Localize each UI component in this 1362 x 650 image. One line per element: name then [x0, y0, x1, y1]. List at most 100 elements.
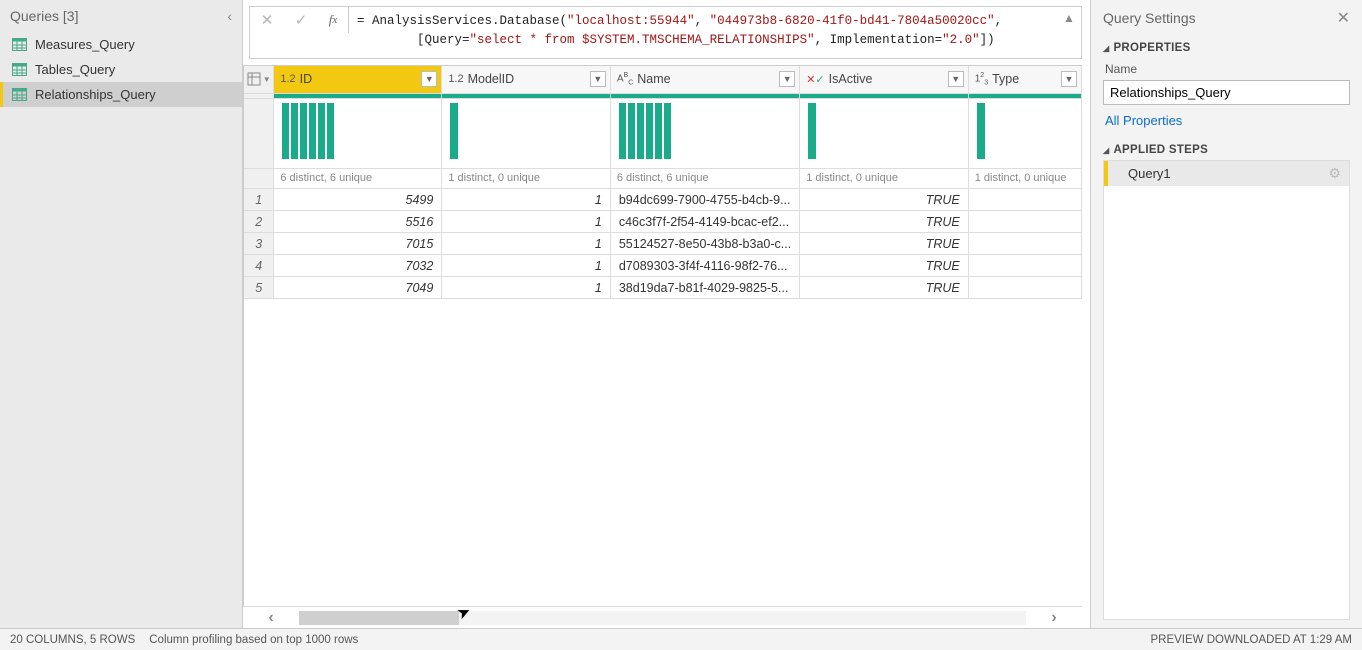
cell[interactable]: 7049 [274, 277, 442, 299]
close-settings-button[interactable]: ✕ [1337, 8, 1350, 28]
column-name: ModelID [468, 72, 586, 86]
column-type-icon[interactable]: 123 [975, 72, 988, 86]
collapse-queries-icon[interactable]: ‹ [227, 8, 232, 24]
column-profile-chart [274, 99, 442, 169]
cell[interactable] [968, 277, 1081, 299]
applied-step-item[interactable]: Query1 ⚙ [1104, 161, 1349, 186]
column-type-icon[interactable]: 1.2 [448, 73, 463, 85]
query-item[interactable]: Relationships_Query [0, 82, 242, 107]
name-label: Name [1105, 62, 1348, 76]
scroll-thumb[interactable] [299, 611, 459, 625]
cell[interactable]: 55124527-8e50-43b8-b3a0-c... [610, 233, 799, 255]
column-distinct-label: 1 distinct, 0 unique [968, 169, 1081, 189]
cell[interactable]: 1 [442, 211, 611, 233]
cell[interactable]: 5499 [274, 189, 442, 211]
cell[interactable]: 1 [442, 255, 611, 277]
cell[interactable]: TRUE [800, 255, 969, 277]
column-header[interactable]: 123 Type ▼ [968, 66, 1081, 94]
cell[interactable]: TRUE [800, 233, 969, 255]
queries-list: Measures_Query Tables_Query Relationship… [0, 32, 242, 107]
grid-corner-selector[interactable]: ▼ [244, 66, 274, 94]
row-number: 2 [244, 211, 274, 233]
quality-bar [442, 94, 610, 98]
cell[interactable]: c46c3f7f-2f54-4149-bcac-ef2... [610, 211, 799, 233]
column-name: Name [637, 72, 775, 86]
table-row[interactable]: 470321d7089303-3f4f-4116-98f2-76...TRUE [244, 255, 1082, 277]
cell[interactable]: 7032 [274, 255, 442, 277]
table-row[interactable]: 37015155124527-8e50-43b8-b3a0-c...TRUE [244, 233, 1082, 255]
gear-icon[interactable]: ⚙ [1328, 165, 1341, 182]
formula-text[interactable]: = AnalysisServices.Database("localhost:5… [349, 7, 1057, 58]
column-filter-button[interactable]: ▼ [779, 71, 795, 87]
cell[interactable]: 38d19da7-b81f-4029-9825-5... [610, 277, 799, 299]
formula-expand-button[interactable]: ▲ [1057, 7, 1081, 25]
query-item-label: Tables_Query [35, 62, 115, 77]
applied-step-label: Query1 [1116, 166, 1171, 181]
cell[interactable]: TRUE [800, 189, 969, 211]
row-number: 4 [244, 255, 274, 277]
query-item[interactable]: Tables_Query [0, 57, 242, 82]
column-type-icon[interactable]: ABC [617, 72, 633, 86]
column-name: IsActive [829, 72, 944, 86]
column-profile-chart [800, 99, 969, 169]
data-grid: ▼ 1.2 ID ▼ 1.2 ModelID ▼ ABC Name ▼ ✕✓ I… [244, 66, 1082, 300]
cell[interactable]: 1 [442, 277, 611, 299]
formula-button-group: ✕ ✓ fx [250, 7, 349, 33]
column-header[interactable]: ABC Name ▼ [610, 66, 799, 94]
table-row[interactable]: 255161c46c3f7f-2f54-4149-bcac-ef2...TRUE [244, 211, 1082, 233]
query-item-label: Measures_Query [35, 37, 135, 52]
query-name-input[interactable] [1103, 80, 1350, 105]
cell[interactable]: b94dc699-7900-4755-b4cb-9... [610, 189, 799, 211]
cell[interactable]: 5516 [274, 211, 442, 233]
scroll-track[interactable] [299, 611, 1026, 625]
table-row[interactable]: 57049138d19da7-b81f-4029-9825-5...TRUE [244, 277, 1082, 299]
status-columns-rows: 20 COLUMNS, 5 ROWS [10, 634, 135, 646]
queries-panel-header: Queries [3] ‹ [0, 0, 242, 32]
data-grid-wrap: ▼ 1.2 ID ▼ 1.2 ModelID ▼ ABC Name ▼ ✕✓ I… [243, 65, 1082, 629]
horizontal-scrollbar: ‹ › ➤ [243, 606, 1082, 628]
grid-header-row: ▼ 1.2 ID ▼ 1.2 ModelID ▼ ABC Name ▼ ✕✓ I… [244, 66, 1082, 94]
column-name: Type [992, 72, 1057, 86]
quality-bar [969, 94, 1081, 98]
column-filter-button[interactable]: ▼ [590, 71, 606, 87]
column-profile-chart [442, 99, 611, 169]
cell[interactable] [968, 211, 1081, 233]
cell[interactable]: 7015 [274, 233, 442, 255]
column-header[interactable]: ✕✓ IsActive ▼ [800, 66, 969, 94]
status-preview-time: PREVIEW DOWNLOADED AT 1:29 AM [1150, 634, 1352, 646]
column-type-icon[interactable]: 1.2 [280, 73, 295, 85]
column-distinct-label: 6 distinct, 6 unique [610, 169, 799, 189]
all-properties-link[interactable]: All Properties [1105, 113, 1348, 128]
column-filter-button[interactable]: ▼ [1061, 71, 1077, 87]
table-row[interactable]: 154991b94dc699-7900-4755-b4cb-9...TRUE [244, 189, 1082, 211]
query-item-label: Relationships_Query [35, 87, 156, 102]
applied-steps-section-header[interactable]: ◢ APPLIED STEPS [1103, 144, 1350, 156]
query-settings-header: Query Settings ✕ [1103, 8, 1350, 28]
query-item[interactable]: Measures_Query [0, 32, 242, 57]
scroll-right-button[interactable]: › ➤ [1026, 609, 1082, 627]
column-type-icon[interactable]: ✕✓ [806, 73, 824, 86]
scroll-left-button[interactable]: ‹ [243, 609, 299, 627]
caret-down-icon: ◢ [1103, 44, 1109, 53]
cell[interactable]: d7089303-3f4f-4116-98f2-76... [610, 255, 799, 277]
cell[interactable] [968, 233, 1081, 255]
column-header[interactable]: 1.2 ID ▼ [274, 66, 442, 94]
formula-accept-button[interactable]: ✓ [284, 7, 318, 33]
queries-panel: Queries [3] ‹ Measures_Query Tables_Quer… [0, 0, 243, 628]
status-bar: 20 COLUMNS, 5 ROWS Column profiling base… [0, 628, 1362, 650]
cell[interactable] [968, 189, 1081, 211]
fx-icon: fx [318, 7, 348, 33]
cell[interactable] [968, 255, 1081, 277]
center-area: ✕ ✓ fx = AnalysisServices.Database("loca… [243, 0, 1090, 628]
formula-cancel-button[interactable]: ✕ [250, 7, 284, 33]
cell[interactable]: 1 [442, 189, 611, 211]
properties-section-header[interactable]: ◢ PROPERTIES [1103, 42, 1350, 54]
column-header[interactable]: 1.2 ModelID ▼ [442, 66, 611, 94]
cell[interactable]: 1 [442, 233, 611, 255]
cell[interactable]: TRUE [800, 277, 969, 299]
column-filter-button[interactable]: ▼ [948, 71, 964, 87]
queries-panel-title: Queries [3] [10, 8, 78, 24]
cell[interactable]: TRUE [800, 211, 969, 233]
table-icon [12, 38, 27, 51]
column-filter-button[interactable]: ▼ [421, 71, 437, 87]
